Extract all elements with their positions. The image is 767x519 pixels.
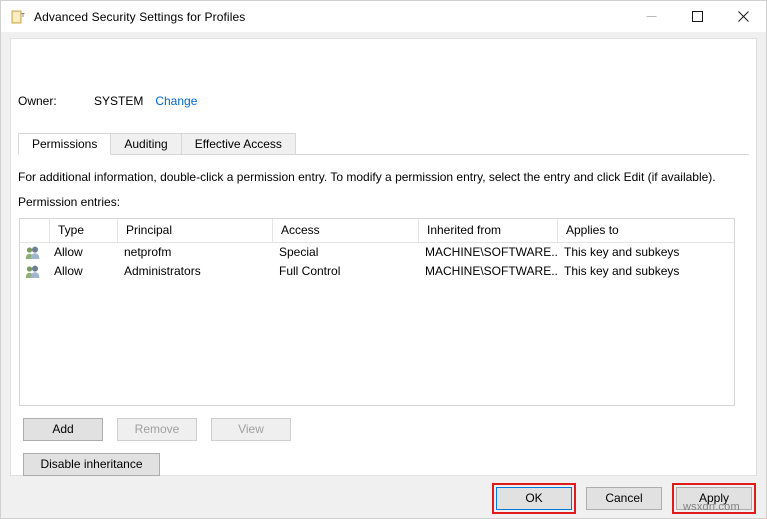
cell-principal: netprofm <box>124 245 172 259</box>
registry-key-folder-icon <box>10 9 26 25</box>
disable-inheritance-button[interactable]: Disable inheritance <box>23 453 160 476</box>
cell-inherited-from: MACHINE\SOFTWARE... <box>425 264 558 278</box>
cell-principal: Administrators <box>124 264 201 278</box>
column-header-principal[interactable]: Principal <box>118 219 273 242</box>
cell-type: Allow <box>54 264 83 278</box>
cell-applies-to: This key and subkeys <box>564 245 680 259</box>
permission-entries-label: Permission entries: <box>18 195 121 209</box>
cell-access: Full Control <box>279 264 341 278</box>
cell-type: Allow <box>54 245 83 259</box>
cell-access: Special <box>279 245 319 259</box>
table-row[interactable]: Allow Administrators Full Control MACHIN… <box>20 262 734 281</box>
column-header-type[interactable]: Type <box>50 219 118 242</box>
change-owner-link[interactable]: Change <box>155 94 197 108</box>
window-title: Advanced Security Settings for Profiles <box>34 9 246 24</box>
permission-entries-list[interactable]: Type Principal Access Inherited from App… <box>19 218 735 406</box>
list-header-row: Type Principal Access Inherited from App… <box>20 219 734 243</box>
owner-label: Owner: <box>18 94 57 108</box>
tab-effective-access[interactable]: Effective Access <box>180 133 296 154</box>
column-header-applies-to[interactable]: Applies to <box>558 219 734 242</box>
tab-permissions[interactable]: Permissions <box>18 133 112 155</box>
ok-button-annotation: OK <box>492 483 576 514</box>
owner-row: Owner: SYSTEM Change <box>18 94 197 108</box>
users-group-icon <box>20 246 50 260</box>
tab-auditing[interactable]: Auditing <box>110 133 182 154</box>
users-group-icon <box>20 265 50 279</box>
maximize-icon[interactable] <box>674 1 720 32</box>
column-header-access[interactable]: Access <box>273 219 419 242</box>
owner-value: SYSTEM <box>94 94 144 108</box>
view-button: View <box>211 418 291 441</box>
footer-bar: OK Cancel Apply <box>1 478 766 518</box>
cell-inherited-from: MACHINE\SOFTWARE... <box>425 245 558 259</box>
advanced-security-settings-window: Advanced Security Settings for Profiles … <box>0 0 767 519</box>
minimize-icon[interactable] <box>628 1 674 32</box>
window-controls <box>628 1 766 32</box>
watermark: wsxdn.com <box>683 501 740 513</box>
cell-applies-to: This key and subkeys <box>564 264 680 278</box>
column-header-icon[interactable] <box>20 219 50 242</box>
table-row[interactable]: Allow netprofm Special MACHINE\SOFTWARE.… <box>20 243 734 262</box>
ok-button[interactable]: OK <box>496 487 572 510</box>
tab-strip: Permissions Auditing Effective Access <box>18 132 749 155</box>
info-description: For additional information, double-click… <box>18 170 716 184</box>
client-area: Owner: SYSTEM Change Permissions Auditin… <box>1 32 766 518</box>
close-icon[interactable] <box>720 1 766 32</box>
entry-action-buttons: Add Remove View <box>23 418 291 441</box>
remove-button: Remove <box>117 418 197 441</box>
title-bar: Advanced Security Settings for Profiles <box>1 1 766 32</box>
add-button[interactable]: Add <box>23 418 103 441</box>
cancel-button[interactable]: Cancel <box>586 487 662 510</box>
column-header-inherited-from[interactable]: Inherited from <box>419 219 558 242</box>
